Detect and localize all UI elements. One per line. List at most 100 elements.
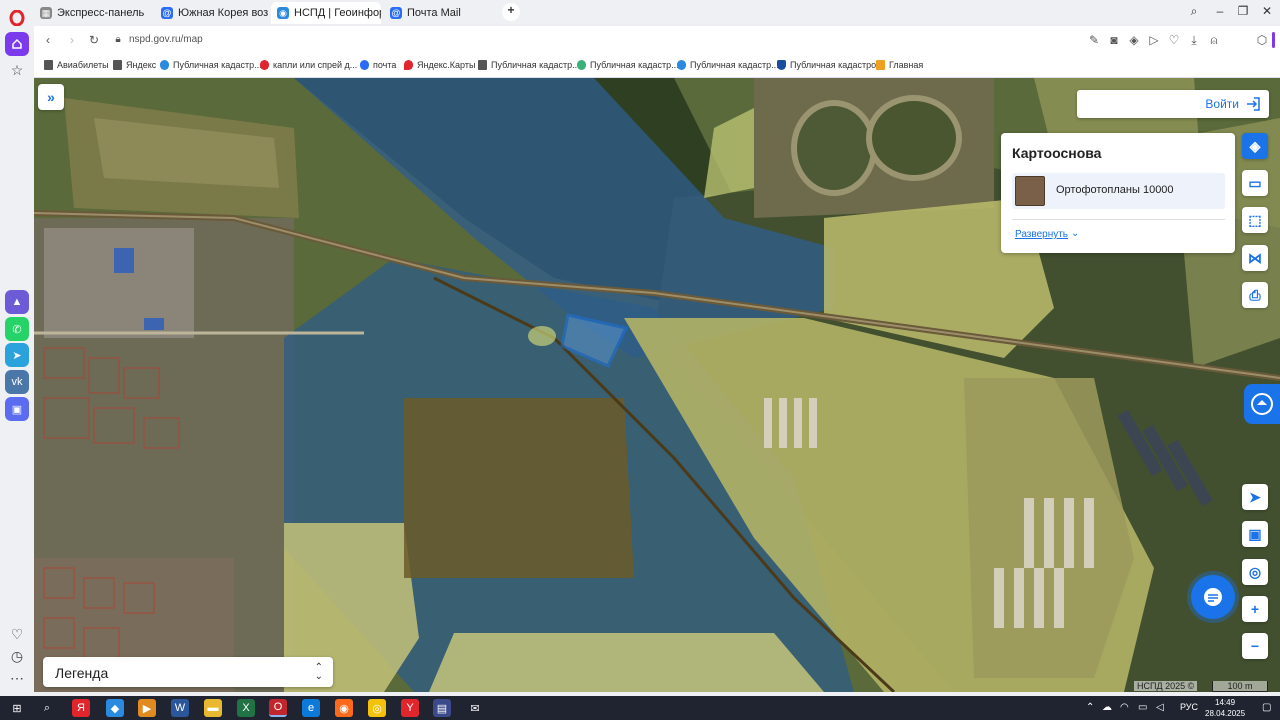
bookmark-item[interactable]: Главная — [876, 60, 923, 70]
tab-express-panel[interactable]: ▦ Экспресс-панель — [34, 2, 150, 24]
print-icon[interactable]: ⎙ — [1242, 282, 1268, 308]
legend-selector[interactable]: Легенда ⌃ ⌄ — [43, 657, 333, 687]
bookmark-item[interactable]: капли или спрей д... — [260, 60, 357, 70]
assistant-tab[interactable] — [1244, 384, 1280, 424]
cloud-icon[interactable]: ☁ — [1102, 702, 1112, 713]
opera-icon[interactable]: O — [269, 699, 287, 717]
date-label: 28.04.2025 — [1205, 709, 1246, 718]
back-button[interactable]: ‹ — [40, 32, 56, 48]
expand-sidebar-button[interactable]: » — [38, 84, 64, 110]
tab-mail[interactable]: @ Почта Mail — [384, 2, 498, 24]
bookmark-label: Публичная кадастр... — [590, 60, 679, 70]
bookmark-item[interactable]: почта — [360, 60, 396, 70]
home-icon[interactable] — [5, 32, 29, 56]
word-icon[interactable]: W — [171, 699, 189, 717]
expand-link[interactable]: Развернуть — [1015, 229, 1068, 240]
locate-search-icon[interactable]: ◎ — [1242, 559, 1268, 585]
map-view[interactable]: » Войти Картооснова Ортофотопланы 10000 … — [34, 78, 1280, 692]
tray-expand-icon[interactable]: ⌃ — [1086, 702, 1094, 713]
heart-icon[interactable]: ♡ — [1166, 32, 1182, 48]
camera-icon[interactable]: ◙ — [1106, 32, 1122, 48]
bookmark-item[interactable]: Публичная кадастр... — [478, 60, 580, 70]
save-icon[interactable]: ▤ — [433, 699, 451, 717]
bookmark-item[interactable]: Яндекс — [113, 60, 156, 70]
send-icon[interactable]: ▷ — [1146, 32, 1162, 48]
chevron-down-icon[interactable]: ⌄ — [1071, 228, 1079, 239]
copyright-label: НСПД 2025 © — [1134, 681, 1198, 691]
search-tabs-icon[interactable]: ⌕ — [1184, 4, 1204, 22]
opera-logo-icon[interactable] — [5, 6, 29, 30]
firefox-icon[interactable]: ◉ — [335, 699, 353, 717]
bookmark-item[interactable]: Публичная кадастро... — [777, 60, 884, 70]
new-tab-button[interactable]: + — [502, 3, 520, 21]
windows-start-icon[interactable]: ⊞ — [8, 699, 26, 717]
nspd-icon — [677, 60, 686, 70]
edge-icon[interactable]: e — [302, 699, 320, 717]
yandex-icon[interactable]: Y — [401, 699, 419, 717]
explorer-icon[interactable]: ▬ — [204, 699, 222, 717]
bookmark-item[interactable]: Авиабилеты — [44, 60, 109, 70]
extensions-icon[interactable]: ⬡ — [1254, 32, 1270, 48]
chrome-icon[interactable]: ◎ — [368, 699, 386, 717]
aria-icon[interactable]: ▲ — [5, 290, 29, 314]
language-indicator[interactable]: РУС — [1180, 702, 1198, 712]
url-field[interactable]: nspd.gov.ru/map — [129, 34, 203, 45]
shield-icon[interactable]: ◈ — [1126, 32, 1142, 48]
zoom-in-button[interactable]: + — [1242, 596, 1268, 622]
forward-button[interactable]: › — [64, 32, 80, 48]
volume-icon[interactable]: ◁ — [1156, 702, 1164, 713]
close-button[interactable]: ✕ — [1257, 4, 1277, 22]
vk-icon[interactable]: vk — [5, 370, 29, 394]
telegram-icon[interactable]: ➤ — [5, 343, 29, 367]
tab-news[interactable]: @ Южная Корея возмутила — [155, 2, 269, 24]
player-icon[interactable]: ▣ — [5, 397, 29, 421]
zoom-out-button[interactable]: − — [1242, 633, 1268, 659]
tab-nspd[interactable]: ◉ НСПД | Геоинформацио — [271, 2, 381, 24]
basemap-option[interactable]: Ортофотопланы 10000 — [1012, 173, 1225, 209]
map-icon — [577, 60, 586, 70]
bookmark-item[interactable]: Публичная кадастр... — [677, 60, 779, 70]
login-button[interactable]: Войти — [1077, 90, 1269, 118]
app-icon[interactable]: ▶ — [138, 699, 156, 717]
excel-icon[interactable]: X — [237, 699, 255, 717]
whatsapp-icon[interactable]: ✆ — [5, 317, 29, 341]
battery-icon[interactable]: ▭ — [1138, 702, 1147, 713]
bookmark-label: почта — [373, 60, 397, 70]
mail-icon[interactable]: ✉ — [466, 699, 484, 717]
layers-icon[interactable]: ◈ — [1242, 133, 1268, 159]
sidebar-toggle-indicator — [1272, 32, 1275, 48]
geolocation-icon[interactable]: ➤ — [1242, 484, 1268, 510]
maximize-button[interactable]: ❐ — [1233, 4, 1253, 22]
yandex-browser-icon[interactable]: Я — [72, 699, 90, 717]
profile-icon[interactable]: ⍝ — [1206, 32, 1222, 48]
bookmark-item[interactable]: Публичная кадастр... — [160, 60, 262, 70]
bookmark-label: Публичная кадастр... — [491, 60, 580, 70]
bookmark-item[interactable]: Публичная кадастр... — [577, 60, 679, 70]
notifications-icon[interactable]: ▢ — [1262, 702, 1271, 713]
chat-button[interactable] — [1191, 575, 1235, 619]
share-icon[interactable]: ⋈ — [1242, 245, 1268, 271]
select-area-icon[interactable]: ⬚ — [1242, 207, 1268, 233]
minimap-icon[interactable]: ▣ — [1242, 521, 1268, 547]
wifi-icon[interactable]: ◠ — [1120, 702, 1129, 713]
bookmark-item[interactable]: Яндекс.Карты — [404, 60, 475, 70]
search-icon[interactable]: ⌕ — [38, 699, 56, 717]
clock[interactable]: 14:49 28.04.2025 — [1205, 697, 1245, 719]
heart-icon[interactable]: ♡ — [5, 622, 29, 646]
more-icon[interactable]: ⋯ — [5, 666, 29, 690]
edit-icon[interactable]: ✎ — [1086, 32, 1102, 48]
nspd-icon: ◉ — [277, 7, 289, 19]
legend-label: Легенда — [55, 665, 109, 681]
lock-icon[interactable]: 🔒︎ — [110, 32, 126, 48]
download-icon[interactable]: ⤓ — [1186, 32, 1202, 48]
history-icon[interactable]: ◷ — [5, 644, 29, 668]
ruler-icon[interactable]: ▭ — [1242, 170, 1268, 196]
bookmark-label: Авиабилеты — [57, 60, 109, 70]
tab-label: Экспресс-панель — [57, 7, 145, 19]
grid-icon: ▦ — [40, 7, 52, 19]
nspd-icon — [160, 60, 169, 70]
star-icon[interactable]: ☆ — [5, 58, 29, 82]
reload-button[interactable]: ↻ — [86, 32, 102, 48]
minimize-button[interactable]: – — [1210, 4, 1230, 22]
app-icon[interactable]: ◆ — [106, 699, 124, 717]
